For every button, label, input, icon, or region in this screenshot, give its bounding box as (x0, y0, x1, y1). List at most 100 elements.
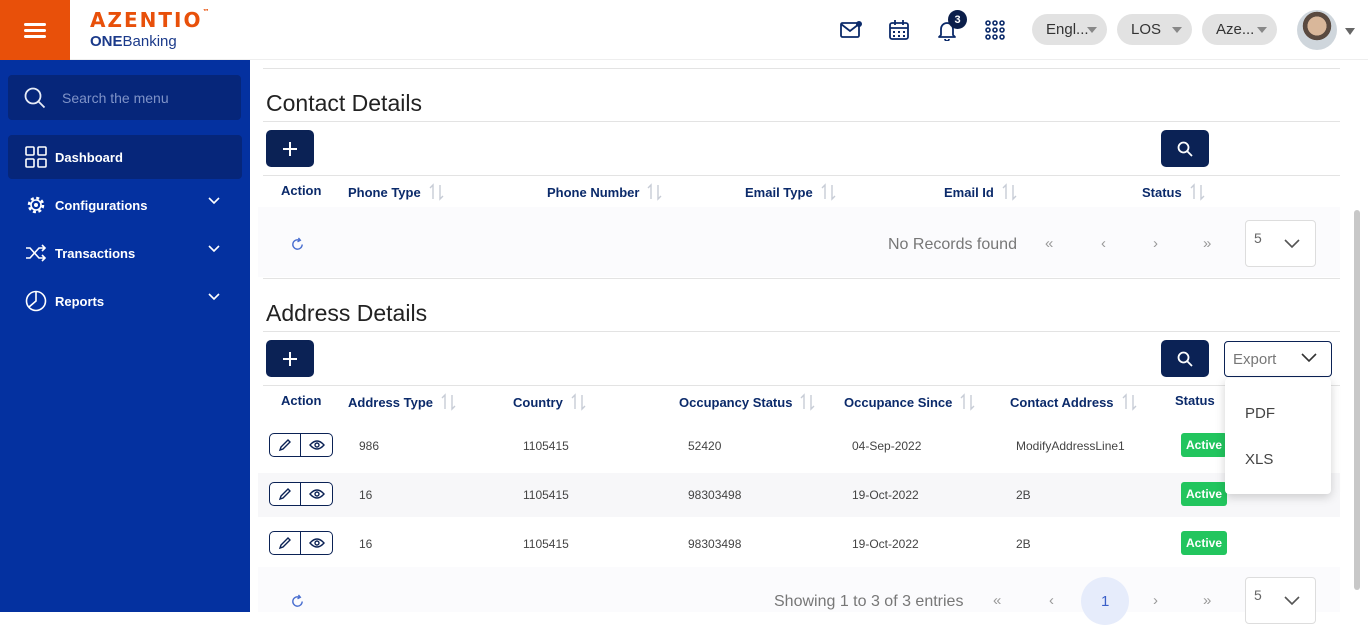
column-header-occupancy-status[interactable]: Occupancy Status (679, 393, 816, 411)
address-details-title: Address Details (266, 300, 428, 326)
divider (263, 121, 1340, 122)
column-header-phone-number[interactable]: Phone Number (547, 183, 663, 201)
cell-occupance-since: 19-Oct-2022 (852, 537, 919, 551)
sidebar: Dashboard Configurations Transactions Re… (0, 60, 250, 612)
first-page-button[interactable]: « (993, 592, 1001, 609)
contact-search-button[interactable] (1161, 130, 1209, 167)
column-header-email-type[interactable]: Email Type (745, 183, 837, 201)
header-label: Occupancy Status (679, 394, 793, 410)
view-button[interactable] (301, 433, 333, 457)
column-header-status[interactable]: Status (1142, 183, 1206, 201)
language-value: Engl... (1046, 21, 1089, 38)
status-badge: Active (1181, 482, 1228, 506)
notification-bell-icon[interactable]: 3 (935, 10, 967, 42)
scrollbar[interactable] (1352, 60, 1362, 612)
column-header-action: Action (281, 393, 322, 408)
sort-icon (800, 393, 816, 411)
column-header-phone-type[interactable]: Phone Type (348, 183, 445, 201)
search-icon (1177, 351, 1193, 367)
next-page-button[interactable]: › (1153, 235, 1158, 252)
cell-occupancy-status: 98303498 (688, 488, 742, 502)
brand-name: AZENTIO™ (90, 8, 212, 32)
previous-page-button[interactable]: ‹ (1101, 235, 1106, 252)
profile-caret-icon[interactable] (1345, 28, 1355, 35)
chevron-down-icon (208, 197, 220, 205)
previous-page-button[interactable]: ‹ (1049, 592, 1054, 609)
refresh-icon[interactable] (290, 237, 305, 252)
edit-button[interactable] (269, 531, 301, 555)
pencil-icon (278, 537, 291, 550)
language-select[interactable]: Engl... (1032, 14, 1107, 45)
edit-button[interactable] (269, 482, 301, 506)
hamburger-menu-button[interactable] (0, 0, 70, 60)
chevron-down-icon (208, 293, 220, 301)
cell-contact-address: ModifyAddressLine1 (1016, 439, 1125, 453)
module-select[interactable]: LOS (1117, 14, 1192, 45)
address-search-button[interactable] (1161, 340, 1209, 377)
calendar-icon[interactable] (887, 18, 911, 42)
column-header-country[interactable]: Country (513, 393, 587, 411)
column-header-occupance-since[interactable]: Occupance Since (844, 393, 976, 411)
entity-select[interactable]: Aze... (1202, 14, 1277, 45)
header-label: Email Id (944, 184, 994, 200)
scrollbar-thumb[interactable] (1354, 210, 1360, 590)
notification-badge: 3 (948, 10, 967, 29)
column-header-email-id[interactable]: Email Id (944, 183, 1018, 201)
sidebar-item-reports[interactable]: Reports (8, 279, 242, 323)
current-page-number: 1 (1101, 593, 1110, 610)
edit-button[interactable] (269, 433, 301, 457)
column-header-contact-address[interactable]: Contact Address (1010, 393, 1138, 411)
sidebar-item-transactions[interactable]: Transactions (8, 231, 242, 275)
menu-search-input[interactable] (62, 89, 232, 106)
avatar[interactable] (1297, 10, 1337, 50)
sort-icon (1002, 183, 1018, 201)
sidebar-item-configurations[interactable]: Configurations (8, 183, 242, 227)
apps-grid-icon[interactable] (983, 18, 1007, 42)
plus-icon (283, 141, 297, 156)
first-page-button[interactable]: « (1045, 235, 1053, 252)
view-button[interactable] (301, 482, 333, 506)
divider (263, 385, 1340, 386)
cell-occupancy-status: 98303498 (688, 537, 742, 551)
sidebar-item-dashboard[interactable]: Dashboard (8, 135, 242, 179)
cell-country: 1105415 (523, 439, 569, 453)
menu-search[interactable] (8, 75, 241, 120)
cell-country: 1105415 (523, 537, 569, 551)
status-badge: Active (1181, 531, 1228, 555)
header-label: Address Type (348, 394, 434, 410)
refresh-icon[interactable] (290, 594, 305, 609)
table-row (258, 517, 1340, 567)
header-label: Status (1142, 184, 1182, 200)
gear-icon (23, 193, 49, 217)
chevron-down-icon (1284, 596, 1300, 606)
header-label: Email Type (745, 184, 813, 200)
cell-contact-address: 2B (1016, 488, 1031, 502)
header-label: Status (1175, 393, 1215, 408)
add-address-button[interactable] (266, 340, 314, 377)
divider (263, 175, 1340, 176)
sort-icon (571, 393, 587, 411)
divider (263, 331, 1340, 332)
contact-details-title: Contact Details (266, 90, 422, 116)
mail-icon[interactable] (839, 18, 863, 42)
export-select[interactable]: Export (1224, 341, 1332, 377)
column-header-status[interactable]: Status (1175, 393, 1215, 408)
column-header-address-type[interactable]: Address Type (348, 393, 457, 411)
chevron-down-icon (208, 245, 220, 253)
export-option-pdf[interactable]: PDF (1245, 405, 1275, 422)
view-button[interactable] (301, 531, 333, 555)
contact-page-size-select[interactable]: 5 (1245, 220, 1316, 267)
cell-occupance-since: 19-Oct-2022 (852, 488, 919, 502)
last-page-button[interactable]: » (1203, 592, 1211, 609)
next-page-button[interactable]: › (1153, 592, 1158, 609)
cell-address-type: 16 (359, 537, 373, 551)
header-label: Contact Address (1010, 394, 1114, 410)
pencil-icon (278, 488, 291, 501)
header-label: Phone Type (348, 184, 421, 200)
add-contact-button[interactable] (266, 130, 314, 167)
export-option-xls[interactable]: XLS (1245, 451, 1273, 468)
dashboard-grid-icon (23, 145, 49, 169)
last-page-button[interactable]: » (1203, 235, 1211, 252)
hamburger-icon (24, 20, 46, 41)
address-page-size-select[interactable]: 5 (1245, 577, 1316, 624)
